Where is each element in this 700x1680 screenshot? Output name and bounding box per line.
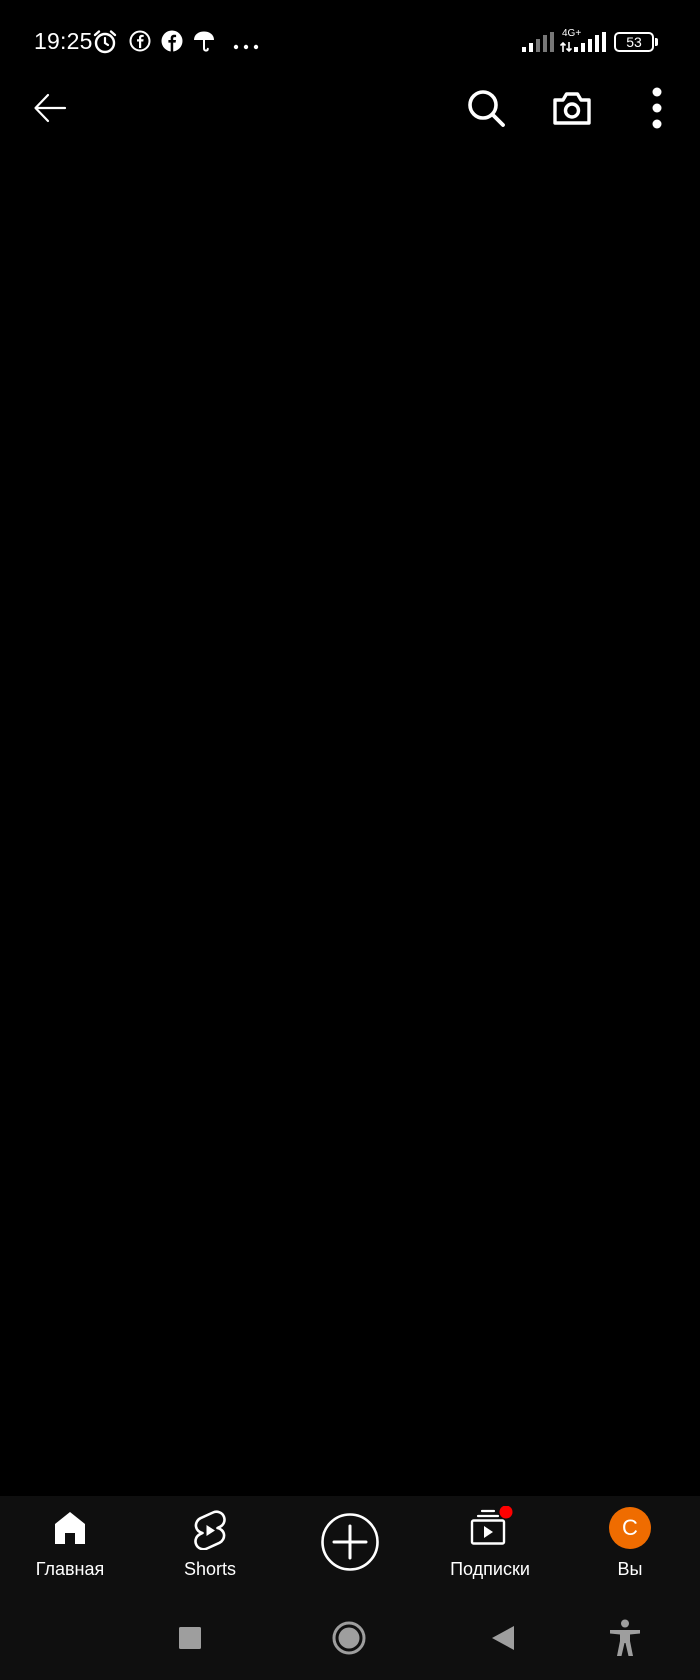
- nav-label-subscriptions: Подписки: [450, 1559, 530, 1579]
- nav-item-create[interactable]: [285, 1496, 415, 1598]
- alarm-icon: [92, 29, 118, 60]
- battery-tip: [655, 38, 658, 46]
- back-triangle-icon: [490, 1624, 516, 1657]
- content-area: [0, 150, 700, 1496]
- avatar: C: [609, 1507, 651, 1549]
- nav-label-home: Главная: [35, 1559, 105, 1579]
- back-system-button[interactable]: [475, 1612, 531, 1668]
- nav-item-home[interactable]: Главная: [5, 1496, 135, 1598]
- shorts-icon: [193, 1510, 227, 1555]
- recents-square-icon: [178, 1626, 202, 1655]
- nav-item-shorts[interactable]: Shorts: [145, 1496, 275, 1598]
- battery-level: 53: [626, 34, 642, 50]
- status-bar: 19:25 4G+ 53: [0, 0, 700, 80]
- home-circle-icon: [332, 1621, 366, 1660]
- accessibility-button[interactable]: [597, 1612, 653, 1668]
- data-arrows-icon: [559, 40, 573, 58]
- facebook-icon: [160, 29, 184, 58]
- umbrella-icon: [192, 29, 216, 58]
- nav-label-you: Вы: [617, 1559, 643, 1579]
- facebook-icon: [128, 29, 152, 58]
- more-dots-icon: [232, 38, 260, 56]
- accessibility-icon: [608, 1619, 642, 1662]
- camera-icon: [551, 88, 593, 133]
- more-options-button[interactable]: [629, 82, 685, 138]
- nav-item-subscriptions[interactable]: Подписки: [425, 1496, 555, 1598]
- signal-icon: [522, 32, 554, 57]
- create-plus-icon: [320, 1512, 380, 1577]
- search-button[interactable]: [458, 82, 514, 138]
- back-button[interactable]: [22, 82, 78, 138]
- avatar-letter: C: [622, 1515, 638, 1540]
- home-button[interactable]: [321, 1612, 377, 1668]
- home-icon: [53, 1510, 87, 1551]
- nav-item-you[interactable]: C Вы: [565, 1496, 695, 1598]
- system-navigation-bar: [0, 1598, 700, 1680]
- search-icon: [466, 88, 506, 133]
- subscriptions-icon: [467, 1505, 513, 1553]
- recents-button[interactable]: [162, 1612, 218, 1668]
- battery-icon: 53: [614, 32, 654, 52]
- more-vert-icon: [651, 87, 663, 134]
- signal-icon: [574, 32, 606, 57]
- status-time: 19:25: [34, 28, 93, 54]
- notification-badge: [499, 1505, 513, 1519]
- camera-search-button[interactable]: [544, 82, 600, 138]
- back-arrow-icon: [32, 90, 68, 131]
- avatar-circle: C: [609, 1507, 651, 1549]
- bottom-navigation: Главная Shorts Подписки C Вы: [0, 1496, 700, 1598]
- nav-label-shorts: Shorts: [183, 1559, 237, 1579]
